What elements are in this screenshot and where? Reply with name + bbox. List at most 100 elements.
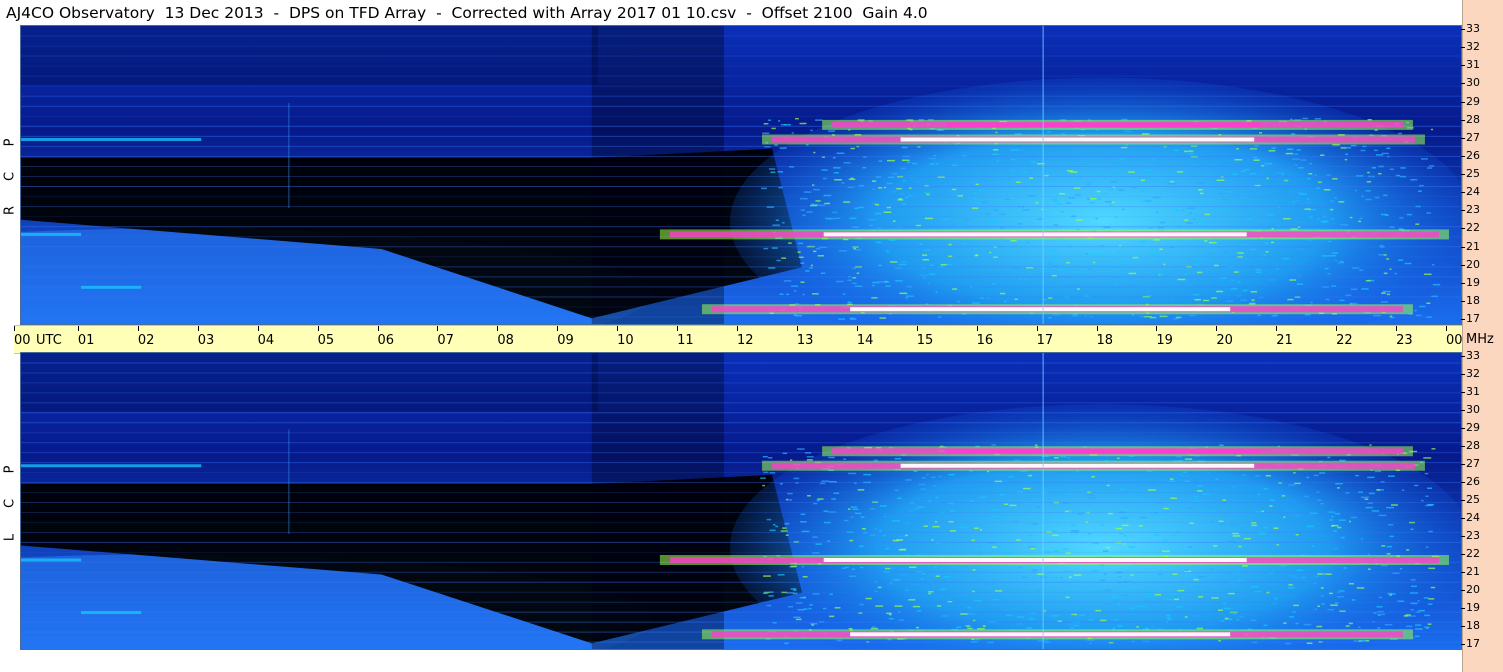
noise-speckle	[1117, 625, 1123, 627]
noise-speckle	[1257, 314, 1261, 317]
noise-speckle	[762, 132, 770, 134]
noise-speckle	[1164, 271, 1167, 274]
noise-speckle	[902, 180, 906, 182]
noise-speckle	[1403, 615, 1408, 617]
noise-speckle	[992, 604, 1001, 607]
noise-speckle	[1418, 609, 1425, 612]
noise-speckle	[1066, 493, 1074, 495]
noise-speckle	[1285, 180, 1289, 182]
noise-speckle	[1243, 537, 1251, 540]
noise-speckle	[1136, 626, 1140, 628]
noise-speckle	[1021, 609, 1026, 611]
noise-speckle	[1156, 211, 1159, 214]
noise-speckle	[1116, 457, 1120, 460]
noise-speckle	[1091, 570, 1098, 572]
noise-speckle	[951, 164, 959, 167]
noise-speckle	[1304, 495, 1309, 498]
noise-speckle	[1209, 510, 1216, 513]
noise-speckle	[834, 607, 841, 609]
noise-speckle	[793, 589, 797, 591]
noise-speckle	[1109, 595, 1116, 597]
noise-speckle	[1302, 117, 1308, 120]
carrier-line	[21, 276, 1461, 278]
noise-speckle	[1163, 539, 1168, 542]
noise-speckle	[849, 317, 855, 319]
noise-speckle	[1060, 577, 1063, 579]
noise-speckle	[1283, 622, 1287, 624]
noise-speckle	[1008, 504, 1017, 507]
noise-speckle	[785, 498, 789, 501]
noise-speckle	[949, 510, 955, 512]
noise-speckle	[1021, 576, 1028, 578]
noise-speckle	[1267, 214, 1275, 216]
noise-speckle	[1131, 314, 1135, 316]
noise-speckle	[807, 494, 811, 497]
carrier-line	[21, 196, 1461, 198]
noise-speckle	[794, 117, 799, 120]
noise-speckle	[790, 459, 793, 461]
noise-speckle	[891, 172, 898, 175]
noise-speckle	[779, 147, 787, 149]
noise-speckle	[1173, 598, 1180, 601]
noise-speckle	[1144, 600, 1149, 602]
noise-speckle	[1184, 150, 1189, 153]
noise-speckle	[1165, 614, 1171, 616]
noise-speckle	[848, 627, 853, 630]
noise-speckle	[1380, 564, 1388, 567]
noise-speckle	[979, 496, 987, 499]
noise-speckle	[1361, 288, 1369, 290]
noise-speckle	[955, 589, 962, 592]
noise-speckle	[1199, 192, 1204, 195]
noise-speckle	[878, 264, 882, 267]
noise-speckle	[1425, 504, 1432, 507]
noise-speckle	[1424, 472, 1429, 475]
frequency-axis-unit: MHz	[1466, 332, 1494, 347]
noise-speckle	[1397, 259, 1404, 261]
noise-speckle	[935, 496, 939, 499]
noise-speckle	[1294, 153, 1298, 155]
noise-speckle	[889, 239, 896, 242]
noise-speckle	[1017, 616, 1025, 618]
noise-speckle	[1185, 507, 1194, 510]
noise-speckle	[917, 506, 925, 508]
noise-speckle	[922, 258, 930, 261]
noise-speckle	[1051, 275, 1057, 277]
carrier-line	[21, 362, 1461, 364]
noise-speckle	[1003, 480, 1009, 482]
noise-speckle	[804, 270, 810, 272]
noise-speckle	[1428, 598, 1435, 600]
noise-speckle	[1010, 239, 1017, 242]
noise-speckle	[1119, 533, 1124, 535]
noise-speckle	[909, 187, 912, 189]
noise-speckle	[793, 290, 797, 292]
noise-speckle	[922, 477, 926, 479]
noise-speckle	[1388, 524, 1394, 526]
noise-speckle	[1417, 600, 1420, 602]
noise-speckle	[1176, 606, 1184, 608]
noise-speckle	[885, 567, 891, 570]
noise-speckle	[1378, 253, 1384, 256]
noise-speckle	[767, 457, 773, 459]
noise-speckle	[1222, 198, 1229, 201]
noise-speckle	[979, 529, 982, 531]
noise-speckle	[941, 187, 945, 189]
noise-speckle	[1187, 207, 1195, 209]
noise-speckle	[907, 161, 911, 164]
noise-speckle	[1024, 278, 1028, 281]
time-tick-label: 09	[557, 326, 574, 348]
noise-speckle	[1214, 264, 1219, 267]
noise-speckle	[898, 198, 902, 200]
noise-speckle	[833, 172, 839, 174]
noise-speckle	[1086, 639, 1095, 641]
time-tick-label: 06	[377, 326, 395, 348]
noise-speckle	[869, 508, 875, 510]
noise-speckle	[1348, 622, 1353, 625]
noise-speckle	[1382, 290, 1391, 293]
carrier-line	[21, 502, 1461, 503]
noise-speckle	[1070, 626, 1074, 629]
noise-speckle	[935, 163, 939, 165]
carrier-line	[21, 176, 1461, 177]
noise-speckle	[834, 217, 841, 220]
time-tick-label: 10	[617, 326, 634, 348]
noise-speckle	[1300, 159, 1307, 161]
